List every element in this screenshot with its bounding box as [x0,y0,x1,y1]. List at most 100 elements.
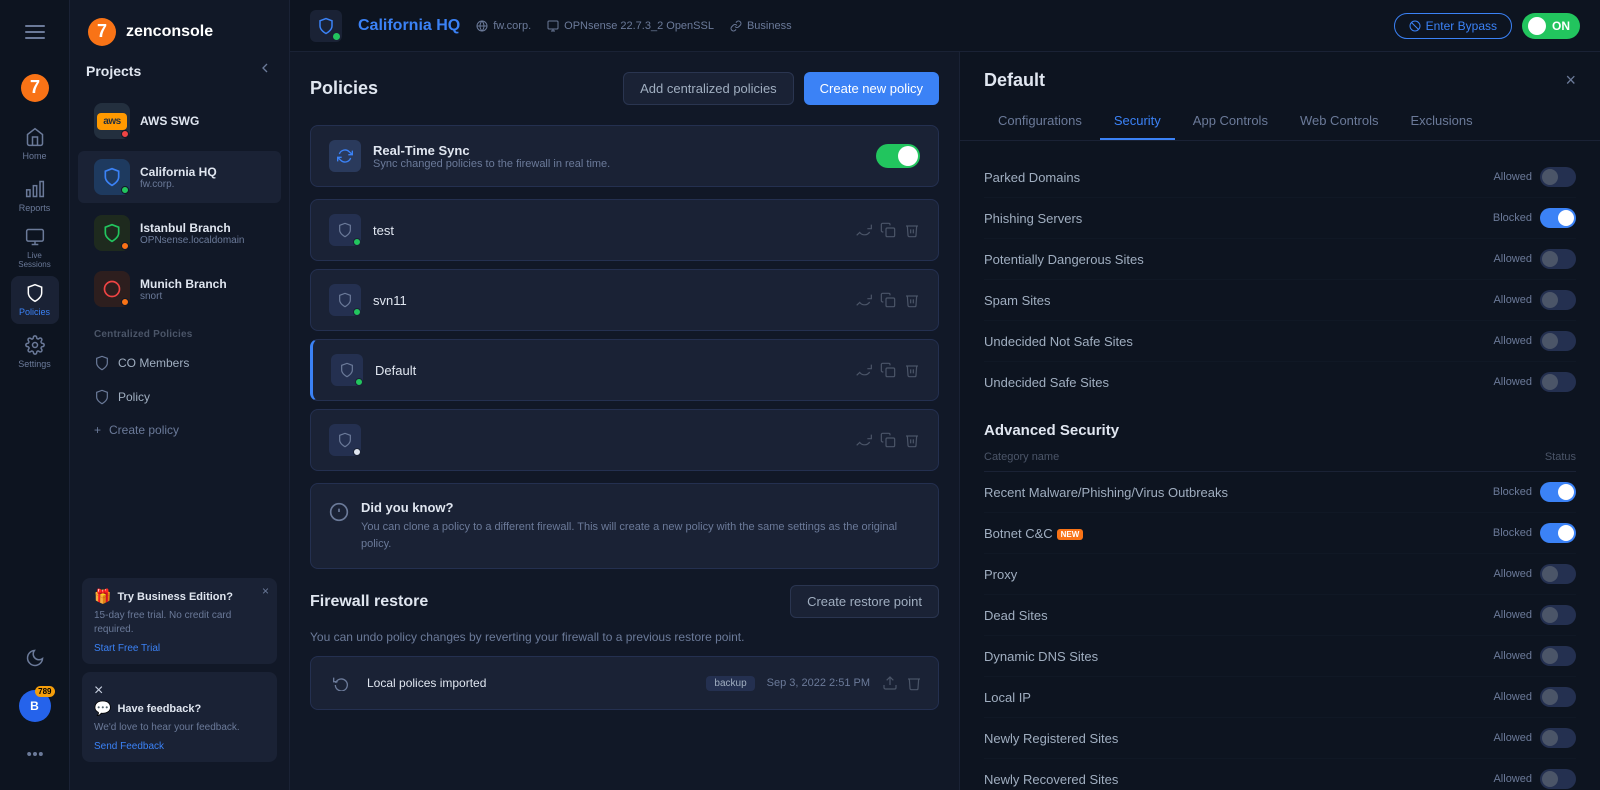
status-label: Blocked [1493,486,1532,498]
refresh-icon[interactable] [856,432,872,448]
sync-icon [329,140,361,172]
category-status: Allowed [1493,372,1576,392]
refresh-icon[interactable] [856,222,872,238]
policy-row-default[interactable]: Default [310,339,939,401]
tab-security[interactable]: Security [1100,103,1175,140]
category-toggle[interactable] [1540,208,1576,228]
sidebar-item-policy[interactable]: Policy [78,382,281,412]
enter-bypass-button[interactable]: Enter Bypass [1394,13,1512,39]
policy-row-svn11[interactable]: svn11 [310,269,939,331]
copy-icon[interactable] [880,432,896,448]
advanced-toggle[interactable] [1540,687,1576,707]
advanced-toggle[interactable] [1540,482,1576,502]
munich-info: Munich Branch snort [140,277,265,302]
tab-configurations[interactable]: Configurations [984,103,1096,140]
right-panel-tabs: Configurations Security App Controls Web… [960,103,1600,141]
nav-reports[interactable]: Reports [11,172,59,220]
status-label: Allowed [1493,335,1532,347]
sidebar-create-policy[interactable]: + Create policy [78,416,281,444]
sidebar-item-istanbul[interactable]: Istanbul Branch OPNsense.localdomain [78,207,281,259]
hamburger-menu[interactable] [11,12,59,52]
policies-title: Policies [310,78,378,99]
toggle-knob [1542,566,1558,582]
status-label: Allowed [1493,568,1532,580]
feedback-link[interactable]: Send Feedback [94,741,265,752]
promo-link[interactable]: Start Free Trial [94,643,265,654]
new-badge: NEW [1057,529,1084,540]
feedback-close[interactable]: × [94,682,103,699]
advanced-toggle[interactable] [1540,646,1576,666]
nav-more[interactable] [11,730,59,778]
right-panel-close[interactable]: × [1565,70,1576,91]
copy-icon[interactable] [880,362,896,378]
advanced-security-section: Advanced Security Category name Status R… [984,422,1576,790]
advanced-item-row: Dead Sites Allowed [984,595,1576,636]
create-new-policy-button[interactable]: Create new policy [804,72,939,105]
category-toggle[interactable] [1540,372,1576,392]
copy-icon[interactable] [880,292,896,308]
nav-home[interactable]: Home [11,120,59,168]
category-toggle[interactable] [1540,331,1576,351]
california-hq-sub: fw.corp. [140,179,265,190]
policy-row-test[interactable]: test [310,199,939,261]
toggle-circle [1528,17,1546,35]
munich-sub: snort [140,291,265,302]
refresh-icon[interactable] [856,292,872,308]
toggle-knob [1542,251,1558,267]
tab-app-controls[interactable]: App Controls [1179,103,1282,140]
security-category-row: Phishing Servers Blocked [984,198,1576,239]
tab-web-controls[interactable]: Web Controls [1286,103,1393,140]
trash-icon[interactable] [906,675,922,691]
sidebar-item-co-members[interactable]: CO Members [78,348,281,378]
advanced-toggle[interactable] [1540,728,1576,748]
advanced-toggle[interactable] [1540,605,1576,625]
nav-policies[interactable]: Policies [11,276,59,324]
right-panel-header: Default × [960,52,1600,91]
sidebar-item-munich[interactable]: Munich Branch snort [78,263,281,315]
category-status: Allowed [1493,167,1576,187]
policy-row-unnamed[interactable] [310,409,939,471]
category-toggle[interactable] [1540,249,1576,269]
advanced-toggle[interactable] [1540,769,1576,789]
advanced-item-name: Botnet C&CNEW [984,526,1083,541]
delete-icon[interactable] [904,432,920,448]
sidebar-item-aws-swg[interactable]: aws AWS SWG [78,95,281,147]
delete-icon[interactable] [904,362,920,378]
nav-live-sessions[interactable]: Live Sessions [11,224,59,272]
category-name: Undecided Not Safe Sites [984,334,1133,349]
refresh-icon[interactable] [856,362,872,378]
category-toggle[interactable] [1540,290,1576,310]
svn11-shield [329,284,361,316]
delete-icon[interactable] [904,222,920,238]
status-label: Blocked [1493,527,1532,539]
on-off-toggle[interactable]: ON [1522,13,1580,39]
right-panel-title: Default [984,70,1045,91]
security-categories: Parked Domains Allowed Phishing Servers … [984,157,1576,402]
security-category-row: Spam Sites Allowed [984,280,1576,321]
status-label: Allowed [1493,294,1532,306]
toggle-knob [1542,607,1558,623]
nav-settings[interactable]: Settings [11,328,59,376]
sync-toggle[interactable] [876,144,920,168]
nav-dark-mode[interactable] [11,634,59,682]
topbar: California HQ fw.corp. OPNsense 22.7.3_2… [290,0,1600,52]
advanced-toggle[interactable] [1540,523,1576,543]
category-toggle[interactable] [1540,167,1576,187]
copy-icon[interactable] [880,222,896,238]
sync-text: Real-Time Sync Sync changed policies to … [373,143,610,170]
logo-bar: 7 zenconsole [70,16,289,48]
sidebar-back-button[interactable] [257,60,273,81]
export-icon[interactable] [882,675,898,691]
tab-exclusions[interactable]: Exclusions [1396,103,1486,140]
advanced-item-status: Allowed [1493,564,1576,584]
col-category-header: Category name [984,451,1059,463]
sidebar-header: Projects [70,60,289,93]
main-area: California HQ fw.corp. OPNsense 22.7.3_2… [290,0,1600,790]
sidebar-item-california-hq[interactable]: California HQ fw.corp. [78,151,281,203]
advanced-toggle[interactable] [1540,564,1576,584]
delete-icon[interactable] [904,292,920,308]
create-restore-point-button[interactable]: Create restore point [790,585,939,618]
promo-close[interactable]: × [262,584,269,598]
policy-label: Policy [118,390,150,404]
add-centralized-button[interactable]: Add centralized policies [623,72,794,105]
